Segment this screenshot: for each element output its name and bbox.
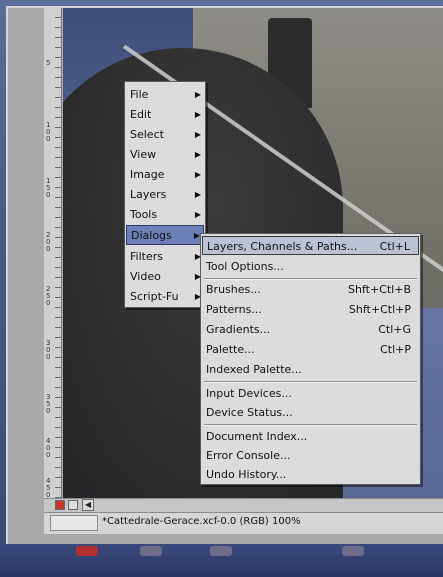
menu-item-label: Dialogs (131, 229, 172, 242)
horizontal-scrollbar[interactable] (44, 498, 443, 512)
menu-item-label: Script-Fu (130, 290, 179, 303)
menu-item-label: Gradients... (206, 323, 271, 336)
submenu-arrow-icon: ▶ (194, 90, 201, 99)
menu-item-patterns[interactable]: Patterns... Shft+Ctl+P (202, 300, 419, 319)
menu-item-label: Document Index... (206, 430, 308, 443)
menu-item-label: Device Status... (206, 406, 293, 419)
ruler-label: 1 0 0 (46, 121, 51, 143)
pointer-coordinates-box (50, 515, 98, 531)
menu-item-tool-options[interactable]: Tool Options... (202, 257, 419, 276)
menu-item-view[interactable]: View ▶ (126, 145, 204, 165)
menu-separator (204, 381, 417, 383)
menu-item-label: Video (130, 270, 161, 283)
menu-item-label: Indexed Palette... (206, 363, 302, 376)
quickmask-icon[interactable] (55, 500, 65, 510)
quickmask-off-icon[interactable] (68, 500, 78, 510)
menu-item-label: Undo History... (206, 468, 287, 481)
app-icon[interactable] (76, 546, 98, 556)
ruler-label: 3 0 0 (46, 339, 51, 361)
image-context-menu: File ▶ Edit ▶ Select ▶ View ▶ Image ▶ Layers ▶… (124, 81, 206, 308)
menu-item-label: Patterns... (206, 303, 262, 316)
menu-item-edit[interactable]: Edit ▶ (126, 105, 204, 125)
menu-item-undo-history[interactable]: Undo History... (202, 465, 419, 484)
menu-item-tools[interactable]: Tools ▶ (126, 205, 204, 225)
submenu-arrow-icon: ▶ (194, 150, 201, 159)
shortcut-label: Ctl+P (380, 343, 411, 356)
menu-item-label: Palette... (206, 343, 255, 356)
submenu-arrow-icon: ▶ (194, 190, 201, 199)
shortcut-label: Shft+Ctl+P (348, 303, 411, 316)
menu-item-label: Tools (130, 208, 158, 221)
menu-item-label: Input Devices... (206, 387, 292, 400)
menu-item-label: Image (130, 168, 165, 181)
menu-item-select[interactable]: Select ▶ (126, 125, 204, 145)
shortcut-label: Ctl+G (378, 323, 411, 336)
ruler-label: 1 5 0 (46, 177, 51, 199)
menu-item-video[interactable]: Video ▶ (126, 267, 204, 287)
ruler-label: 2 0 0 (46, 231, 51, 253)
menu-item-label: Select (130, 128, 164, 141)
image-title-status: *Cattedrale-Gerace.xcf-0.0 (RGB) 100% (102, 516, 301, 527)
scroll-left-icon[interactable]: ◀ (82, 499, 94, 511)
menu-item-dialogs[interactable]: Dialogs ▶ (126, 225, 204, 245)
shortcut-label: Ctl+L (379, 240, 410, 253)
shortcut-label: Shft+Ctl+B (348, 283, 411, 296)
submenu-arrow-icon: ▶ (194, 210, 201, 219)
menu-separator (204, 424, 417, 426)
menu-item-device-status[interactable]: Device Status... (202, 403, 419, 422)
ruler-label: 4 0 0 (46, 437, 51, 459)
menu-item-image[interactable]: Image ▶ (126, 165, 204, 185)
ruler-label: 4 5 0 (46, 477, 51, 499)
menu-item-input-devices[interactable]: Input Devices... (202, 384, 419, 403)
menu-item-brushes[interactable]: Brushes... Shft+Ctl+B (202, 280, 419, 299)
ruler-label: 5 (46, 59, 51, 67)
menu-item-label: Brushes... (206, 283, 261, 296)
menu-item-label: Filters (130, 250, 163, 263)
ruler-label: 3 5 0 (46, 393, 51, 415)
menu-item-label: File (130, 88, 149, 101)
ruler-label: 2 5 0 (46, 285, 51, 307)
menu-item-error-console[interactable]: Error Console... (202, 446, 419, 465)
menu-item-palette[interactable]: Palette... Ctl+P (202, 340, 419, 359)
menu-item-label: Error Console... (206, 449, 291, 462)
submenu-arrow-icon: ▶ (194, 110, 201, 119)
menu-item-file[interactable]: File ▶ (126, 85, 204, 105)
menu-item-label: Edit (130, 108, 152, 121)
submenu-arrow-icon: ▶ (194, 130, 201, 139)
menu-item-layers-channels-paths[interactable]: Layers, Channels & Paths... Ctl+L (202, 236, 419, 255)
menu-item-document-index[interactable]: Document Index... (202, 427, 419, 446)
menu-item-label: View (130, 148, 157, 161)
menu-item-filters[interactable]: Filters ▶ (126, 247, 204, 267)
menu-item-label: Layers (130, 188, 167, 201)
app-icon[interactable] (342, 546, 364, 556)
menu-item-label: Tool Options... (206, 260, 284, 273)
menu-item-gradients[interactable]: Gradients... Ctl+G (202, 320, 419, 339)
menu-item-label: Layers, Channels & Paths... (207, 240, 358, 253)
menu-item-script-fu[interactable]: Script-Fu ▶ (126, 287, 204, 307)
submenu-arrow-icon: ▶ (194, 170, 201, 179)
dialogs-submenu: Layers, Channels & Paths... Ctl+L Tool Op… (200, 233, 421, 485)
vertical-ruler (44, 8, 62, 498)
menu-item-layers[interactable]: Layers ▶ (126, 185, 204, 205)
menu-item-indexed-palette[interactable]: Indexed Palette... (202, 360, 419, 379)
app-icon[interactable] (210, 546, 232, 556)
app-icon[interactable] (140, 546, 162, 556)
